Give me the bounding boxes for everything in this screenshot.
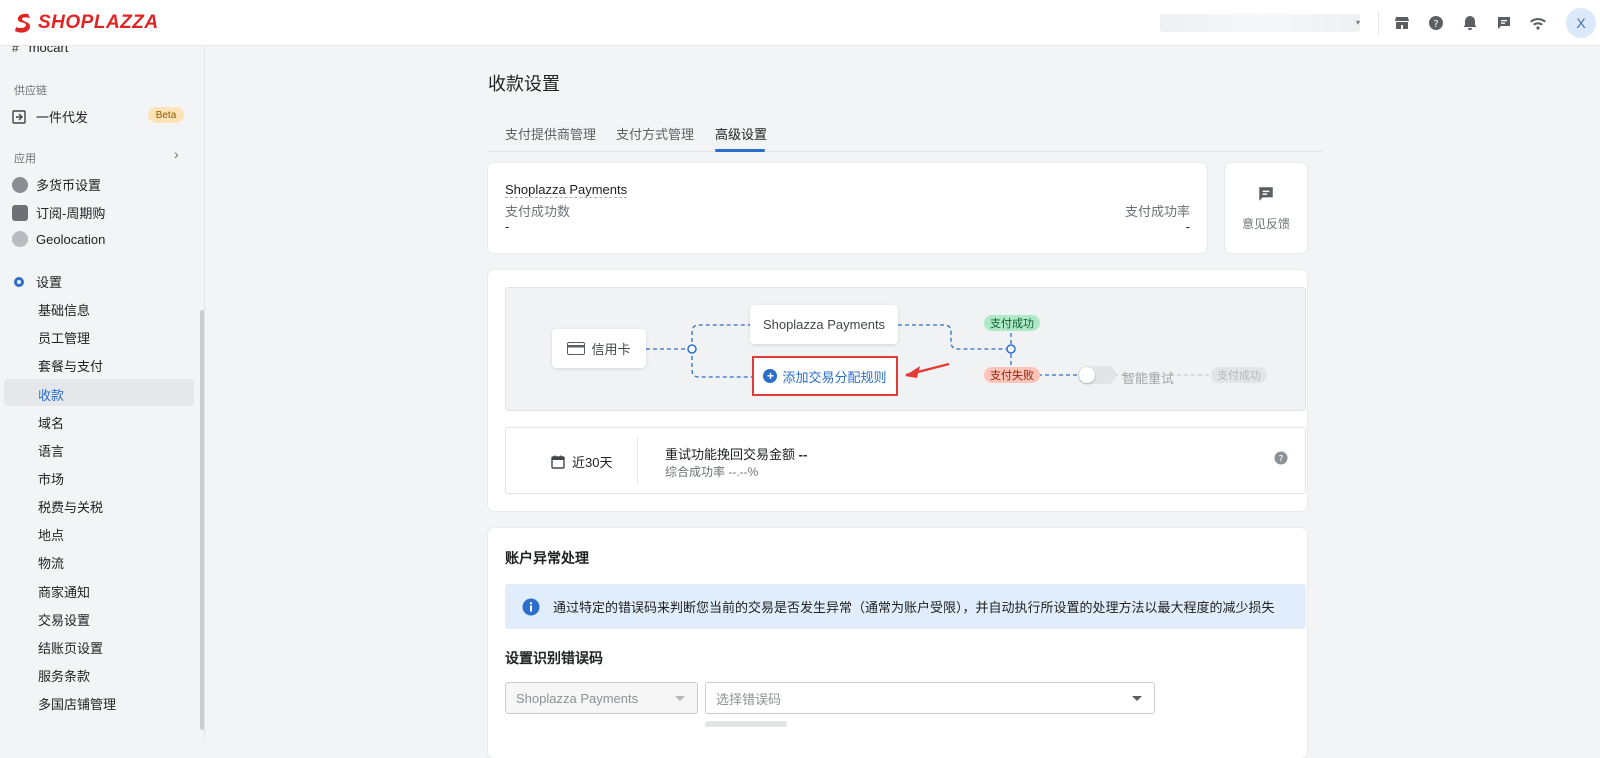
mocart-icon: # [12,46,19,55]
tab-bar: 支付提供商管理 支付方式管理 高级设置 [488,124,1323,152]
kpi-divider [637,438,638,483]
logo-icon [15,13,30,33]
main-content: 收款设置 支付提供商管理 支付方式管理 高级设置 Shoplazza Payme… [205,46,1600,758]
add-routing-rule-label: 添加交易分配规则 [782,369,887,385]
caret-down-icon[interactable]: ▾ [1356,18,1360,27]
success-rate-value: - [1185,219,1190,234]
success-pill: 支付成功 [984,315,1040,331]
tab-payment-methods[interactable]: 支付方式管理 [616,124,694,143]
smart-retry-toggle[interactable] [1078,366,1116,384]
sidebar-item-basic-info[interactable]: 基础信息 [38,300,90,319]
error-code-subtitle: 设置识别错误码 [505,650,603,666]
provider-select[interactable]: Shoplazza Payments [505,682,698,714]
sidebar-item-languages[interactable]: 语言 [38,441,64,460]
provider-summary-card: Shoplazza Payments 支付成功数 - 支付成功率 - [488,163,1207,253]
success-count-label: 支付成功数 [505,204,571,219]
topbar-divider [1378,12,1379,34]
store-icon[interactable] [1392,13,1412,33]
sidebar-item-settings[interactable]: 设置 [12,272,62,291]
help-icon[interactable]: ? [1426,13,1446,33]
sidebar-item-payments[interactable]: 收款 [38,385,64,404]
credit-card-node[interactable]: 信用卡 [552,329,646,368]
sidebar-item-geolocation[interactable]: Geolocation [12,231,105,247]
plus-circle-icon: + [763,369,778,383]
section-supply-chain: 供应链 [14,85,47,97]
caret-down-icon [675,696,685,701]
overall-success-rate: 综合成功率 --.--% [665,465,759,479]
sidebar-item-subscription[interactable]: 订阅-周期购 [12,203,105,222]
account-exception-card: 账户异常处理 通过特定的错误码来判断您当前的交易是否发生异常（通常为账户受限），… [488,528,1307,758]
help-icon[interactable]: ? [1274,451,1288,465]
date-range-label: 近30天 [572,455,613,470]
sidebar-item-markets[interactable]: 市场 [38,469,64,488]
cart-app-icon [12,204,28,221]
store-selector[interactable] [1160,14,1360,32]
credit-card-icon [567,342,586,355]
sidebar-item-terms[interactable]: 服务条款 [38,666,90,685]
smart-retry-label: 智能重试 [1122,371,1175,386]
provider-name[interactable]: Shoplazza Payments [505,182,628,198]
partial-button[interactable] [705,721,787,727]
caret-down-icon [1132,696,1142,701]
exception-info-text: 通过特定的错误码来判断您当前的交易是否发生异常（通常为账户受限），并自动执行所设… [553,600,1275,615]
chevron-right-icon[interactable]: › [174,146,179,162]
date-range-button[interactable]: 近30天 [551,452,612,471]
wifi-icon[interactable] [1528,13,1548,33]
shoplazza-logo[interactable]: SHOPLAZZA [14,12,159,34]
error-code-select[interactable]: 选择错误码 [705,682,1155,714]
sidebar-item-domains[interactable]: 域名 [38,413,64,432]
top-bar: SHOPLAZZA ▾ ? X [0,0,1600,46]
beta-badge: Beta [148,107,184,123]
sidebar-item-locations[interactable]: 地点 [38,525,64,544]
sidebar-item-plan[interactable]: 套餐与支付 [38,356,103,375]
gear-icon [14,276,24,287]
add-routing-rule-button[interactable]: + 添加交易分配规则 [752,356,898,396]
currency-app-icon [12,176,28,193]
routing-diagram: 信用卡 Shoplazza Payments + 添加交易分配规则 支付成功 支… [505,287,1306,411]
routing-flow-card: 信用卡 Shoplazza Payments + 添加交易分配规则 支付成功 支… [488,270,1307,511]
info-icon [522,598,540,615]
feedback-label: 意见反馈 [1241,217,1290,231]
sidebar-item-dropship[interactable]: 一件代发 [12,107,88,126]
sidebar-item-staff[interactable]: 员工管理 [38,328,90,347]
sidebar-item-multi-currency[interactable]: 多货币设置 [12,175,101,194]
svg-text:?: ? [1433,19,1438,30]
logo-text: SHOPLAZZA [38,12,159,33]
retry-kpi-panel: 近30天 重试功能挽回交易金额 -- 综合成功率 --.--% ? [505,427,1306,494]
sidebar-item-shipping[interactable]: 物流 [38,553,64,572]
dropship-icon [12,109,26,124]
retry-success-pill: 支付成功 [1211,367,1267,383]
failure-pill: 支付失败 [984,367,1040,383]
active-tab-indicator [715,149,765,152]
toggle-knob [1079,367,1095,383]
feedback-card[interactable]: 意见反馈 [1225,163,1307,253]
credit-card-label: 信用卡 [591,342,631,357]
success-rate-label: 支付成功率 [1124,204,1190,219]
exception-title: 账户异常处理 [505,550,589,566]
sidebar-active-highlight [4,379,194,406]
tab-providers[interactable]: 支付提供商管理 [505,124,596,143]
chat-icon[interactable] [1494,13,1514,33]
svg-text:?: ? [1279,455,1284,465]
page-title: 收款设置 [488,74,560,94]
recovered-amount: 重试功能挽回交易金额 -- [665,447,808,462]
section-apps: 应用 [14,153,36,165]
user-avatar[interactable]: X [1566,8,1596,38]
tab-advanced[interactable]: 高级设置 [715,124,767,143]
calendar-icon [551,455,565,469]
exception-info-banner: 通过特定的错误码来判断您当前的交易是否发生异常（通常为账户受限），并自动执行所设… [505,584,1306,629]
sidebar-item-notifications[interactable]: 商家通知 [38,582,90,601]
sidebar-item-multi-store[interactable]: 多国店铺管理 [38,694,116,713]
sidebar-item-mocart[interactable]: # mocart [12,46,68,55]
sidebar: # mocart 供应链 一件代发 Beta 应用 › 多货币设置 订阅-周期购… [0,46,205,741]
sidebar-item-taxes[interactable]: 税费与关税 [38,497,103,516]
globe-app-icon [12,231,28,247]
sidebar-item-checkout[interactable]: 结账页设置 [38,638,103,657]
success-count-value: - [505,219,510,234]
provider-node[interactable]: Shoplazza Payments [750,305,898,344]
feedback-icon [1259,187,1273,201]
sidebar-item-transactions[interactable]: 交易设置 [38,610,90,629]
bell-icon[interactable] [1460,13,1480,33]
